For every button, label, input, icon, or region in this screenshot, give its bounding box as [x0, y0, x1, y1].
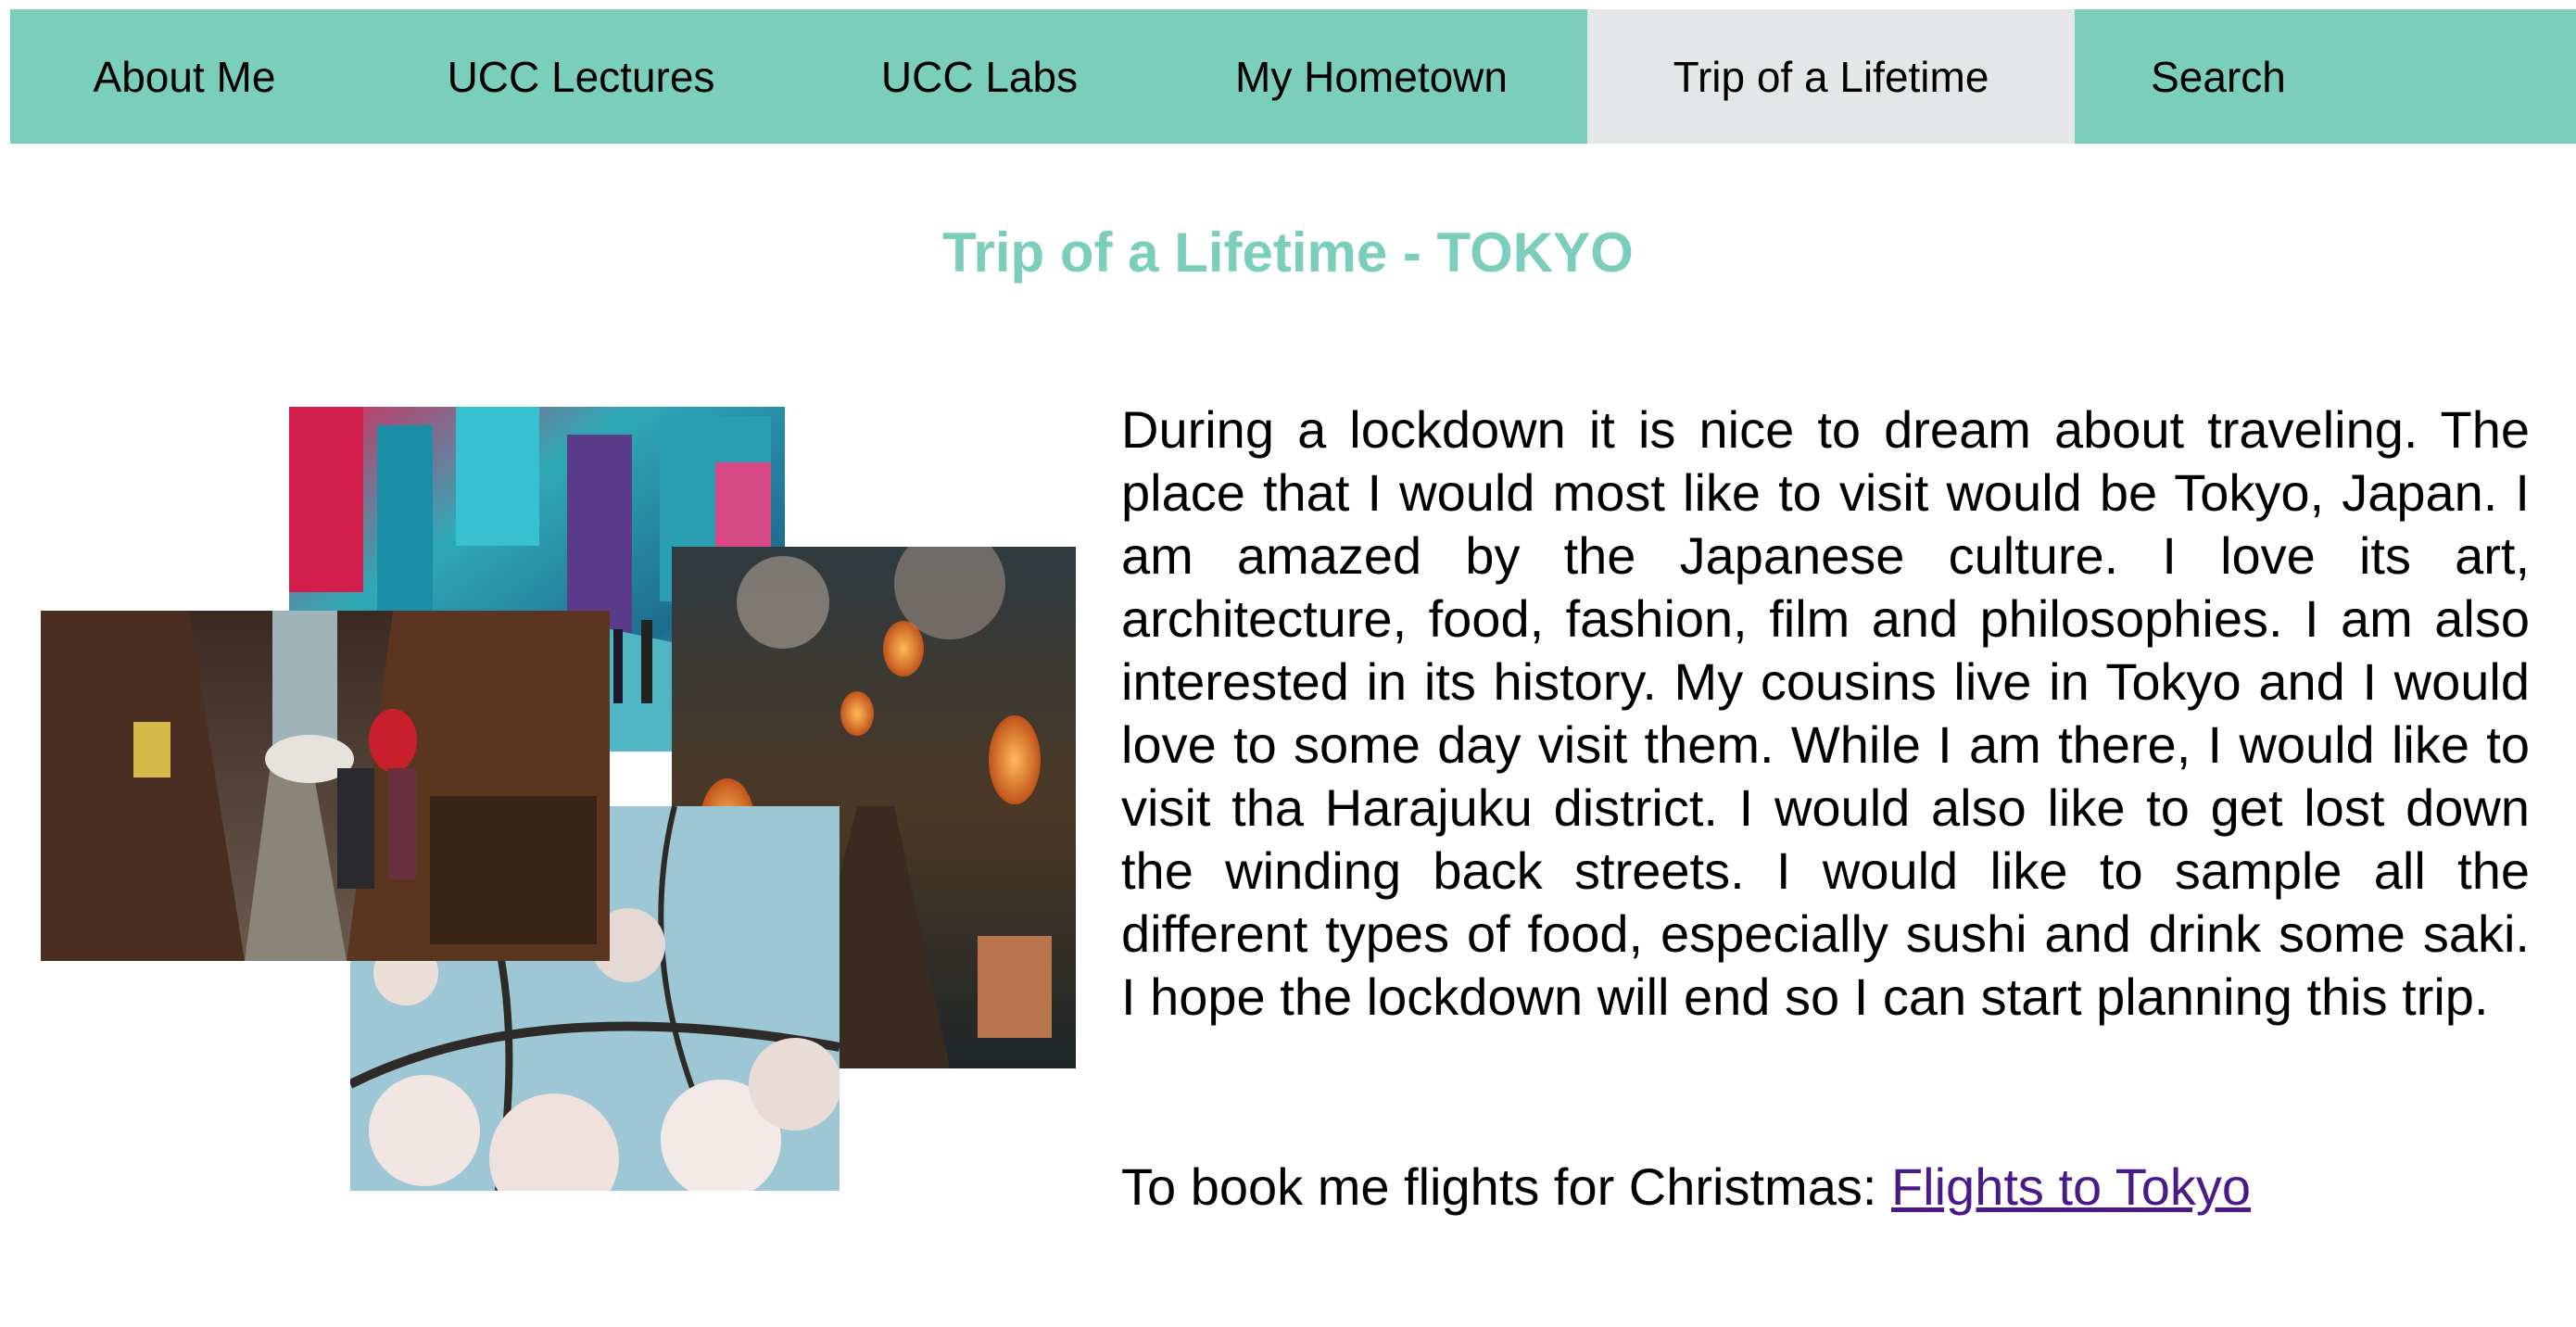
nav-item-trip-of-a-lifetime[interactable]: Trip of a Lifetime	[1587, 9, 2075, 144]
tokyo-photo-collage	[0, 0, 1112, 1327]
booking-line: To book me flights for Christmas: Flight…	[1121, 1156, 2567, 1219]
photo-traditional-street	[41, 611, 610, 961]
booking-prefix: To book me flights for Christmas:	[1121, 1157, 1891, 1216]
article-body: During a lockdown it is nice to dream ab…	[1121, 400, 2530, 1026]
page: About Me UCC Lectures UCC Labs My Hometo…	[0, 0, 2576, 1327]
flights-to-tokyo-link[interactable]: Flights to Tokyo	[1891, 1157, 2251, 1216]
nav-item-my-hometown[interactable]: My Hometown	[1155, 9, 1587, 144]
nav-item-search[interactable]: Search	[2075, 9, 2362, 144]
